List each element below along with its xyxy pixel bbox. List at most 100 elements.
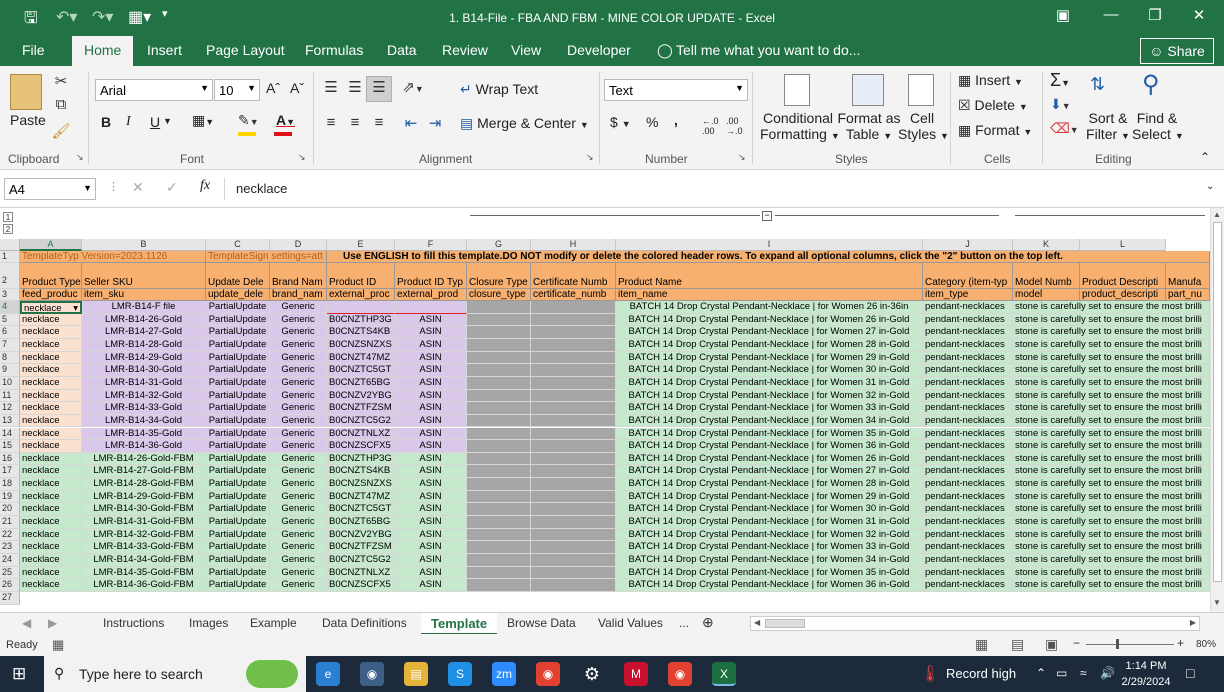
cell-row4-col2[interactable]: PartialUpdate (206, 301, 270, 314)
table-cell-r26-c6[interactable] (467, 579, 531, 592)
tab-insert[interactable]: Insert (147, 42, 182, 58)
table-cell-r12-c4[interactable]: B0CNZTFZSM (327, 402, 395, 415)
table-cell-r20-c6[interactable] (467, 503, 531, 517)
header-field-j[interactable]: item_type (923, 289, 1013, 301)
table-cell-r7-c5[interactable]: ASIN (395, 338, 467, 352)
table-cell-r21-c11[interactable]: stone is carefully set to ensure the mos… (1013, 516, 1210, 529)
row-header-7[interactable]: 7 (0, 338, 20, 352)
table-cell-r18-c5[interactable]: ASIN (395, 478, 467, 491)
table-cell-r11-c1[interactable]: LMR-B14-32-Gold (82, 389, 206, 403)
table-cell-r9-c9[interactable]: pendant-necklaces (923, 364, 1013, 377)
comma-button[interactable]: , (674, 112, 678, 128)
table-cell-r8-c11[interactable]: stone is carefully set to ensure the mos… (1013, 351, 1210, 365)
table-cell-r8-c8[interactable]: BATCH 14 Drop Crystal Pendant-Necklace |… (616, 351, 923, 365)
table-cell-r16-c9[interactable]: pendant-necklaces (923, 452, 1013, 466)
horizontal-scrollbar[interactable]: ◀ ▶ (750, 616, 1200, 631)
row-header-12[interactable]: 12 (0, 402, 20, 415)
table-cell-r14-c2[interactable]: PartialUpdate (206, 427, 270, 441)
select-all-corner[interactable] (0, 239, 20, 251)
table-cell-r8-c1[interactable]: LMR-B14-29-Gold (82, 351, 206, 365)
table-cell-r13-c3[interactable]: Generic (270, 414, 327, 428)
header-field-a[interactable]: feed_produc (20, 289, 82, 301)
column-header-g[interactable]: G (467, 239, 531, 251)
table-cell-r18-c7[interactable] (531, 478, 616, 491)
table-cell-r10-c7[interactable] (531, 376, 616, 390)
table-cell-r7-c1[interactable]: LMR-B14-28-Gold (82, 338, 206, 352)
table-cell-r22-c5[interactable]: ASIN (395, 528, 467, 542)
row-header-3[interactable]: 3 (0, 289, 20, 301)
header-label-i[interactable]: Product Name (616, 263, 923, 289)
cell-row4-col7[interactable] (531, 301, 616, 314)
table-cell-r10-c5[interactable]: ASIN (395, 376, 467, 390)
table-cell-r16-c2[interactable]: PartialUpdate (206, 452, 270, 466)
tray-chevron-icon[interactable]: ⌃ (1036, 666, 1046, 680)
table-cell-r15-c9[interactable]: pendant-necklaces (923, 440, 1013, 453)
table-cell-r26-c4[interactable]: B0CNZSCFX5 (327, 579, 395, 592)
table-cell-r6-c3[interactable]: Generic (270, 326, 327, 339)
sheet-tab-instructions[interactable]: Instructions (103, 616, 164, 630)
row-header-25[interactable]: 25 (0, 566, 20, 580)
table-cell-r5-c5[interactable]: ASIN (395, 313, 467, 327)
outline-collapse-button[interactable]: − (762, 211, 772, 221)
table-cell-r6-c11[interactable]: stone is carefully set to ensure the mos… (1013, 326, 1210, 339)
table-cell-r25-c2[interactable]: PartialUpdate (206, 566, 270, 580)
table-cell-r21-c6[interactable] (467, 516, 531, 529)
header-field-l[interactable]: product_descripti (1080, 289, 1166, 301)
table-cell-r25-c7[interactable] (531, 566, 616, 580)
table-cell-r15-c4[interactable]: B0CNZSCFX5 (327, 440, 395, 453)
table-cell-r5-c7[interactable] (531, 313, 616, 327)
active-cell-a4[interactable]: necklace ▾ (20, 301, 82, 314)
table-cell-r19-c1[interactable]: LMR-B14-29-Gold-FBM (82, 490, 206, 504)
table-cell-r24-c9[interactable]: pendant-necklaces (923, 554, 1013, 567)
table-cell-r22-c2[interactable]: PartialUpdate (206, 528, 270, 542)
table-cell-r20-c4[interactable]: B0CNZTC5GT (327, 503, 395, 517)
row-header-27[interactable]: 27 (0, 591, 20, 605)
table-cell-r17-c0[interactable]: necklace (20, 465, 82, 479)
table-cell-r17-c3[interactable]: Generic (270, 465, 327, 479)
currency-button[interactable]: $ ▼ (610, 114, 631, 130)
table-cell-r12-c5[interactable]: ASIN (395, 402, 467, 415)
table-cell-r17-c8[interactable]: BATCH 14 Drop Crystal Pendant-Necklace |… (616, 465, 923, 479)
battery-icon[interactable]: ▭ (1056, 666, 1067, 680)
header-label-l[interactable]: Product Descripti (1080, 263, 1166, 289)
table-cell-r16-c8[interactable]: BATCH 14 Drop Crystal Pendant-Necklace |… (616, 452, 923, 466)
table-cell-r11-c5[interactable]: ASIN (395, 389, 467, 403)
table-cell-r16-c0[interactable]: necklace (20, 452, 82, 466)
table-cell-r16-c4[interactable]: B0CNZTHP3G (327, 452, 395, 466)
underline-button[interactable]: U (150, 114, 160, 130)
table-cell-r8-c9[interactable]: pendant-necklaces (923, 351, 1013, 365)
header-field-f[interactable]: external_prod (395, 289, 467, 301)
row-header-2[interactable]: 2 (0, 263, 20, 289)
table-cell-r24-c0[interactable]: necklace (20, 554, 82, 567)
table-cell-r21-c7[interactable] (531, 516, 616, 529)
table-cell-r10-c9[interactable]: pendant-necklaces (923, 376, 1013, 390)
table-cell-r21-c2[interactable]: PartialUpdate (206, 516, 270, 529)
table-cell-r10-c6[interactable] (467, 376, 531, 390)
table-cell-r20-c5[interactable]: ASIN (395, 503, 467, 517)
conditional-formatting-button[interactable]: Conditional Formatting ▼ (760, 110, 840, 142)
table-cell-r7-c7[interactable] (531, 338, 616, 352)
insert-cells-button[interactable]: ▦ Insert ▼ (958, 72, 1023, 89)
table-cell-r7-c2[interactable]: PartialUpdate (206, 338, 270, 352)
header-label-a[interactable]: Product Type (20, 263, 82, 289)
align-top-icon[interactable]: ☰ (320, 78, 342, 96)
table-cell-r21-c0[interactable]: necklace (20, 516, 82, 529)
table-cell-r16-c11[interactable]: stone is carefully set to ensure the mos… (1013, 452, 1210, 466)
row-header-20[interactable]: 20 (0, 503, 20, 517)
column-header-j[interactable]: J (923, 239, 1013, 251)
table-cell-r6-c6[interactable] (467, 326, 531, 339)
table-cell-r11-c4[interactable]: B0CNZV2YBG (327, 389, 395, 403)
table-cell-r10-c8[interactable]: BATCH 14 Drop Crystal Pendant-Necklace |… (616, 376, 923, 390)
clock-time[interactable]: 1:14 PM (1118, 660, 1174, 672)
tab-page-layout[interactable]: Page Layout (206, 42, 285, 58)
table-cell-r23-c5[interactable]: ASIN (395, 541, 467, 554)
table-cell-r9-c5[interactable]: ASIN (395, 364, 467, 377)
settings-gear-icon[interactable]: ⚙ (580, 662, 604, 686)
sort-filter-button[interactable]: Sort & Filter ▼ (1086, 110, 1130, 142)
fill-icon[interactable]: ⬇▼ (1050, 96, 1071, 113)
table-cell-r9-c6[interactable] (467, 364, 531, 377)
table-cell-r23-c11[interactable]: stone is carefully set to ensure the mos… (1013, 541, 1210, 554)
tab-home[interactable]: Home (72, 36, 134, 66)
table-cell-r9-c8[interactable]: BATCH 14 Drop Crystal Pendant-Necklace |… (616, 364, 923, 377)
table-cell-r14-c1[interactable]: LMR-B14-35-Gold (82, 427, 206, 441)
